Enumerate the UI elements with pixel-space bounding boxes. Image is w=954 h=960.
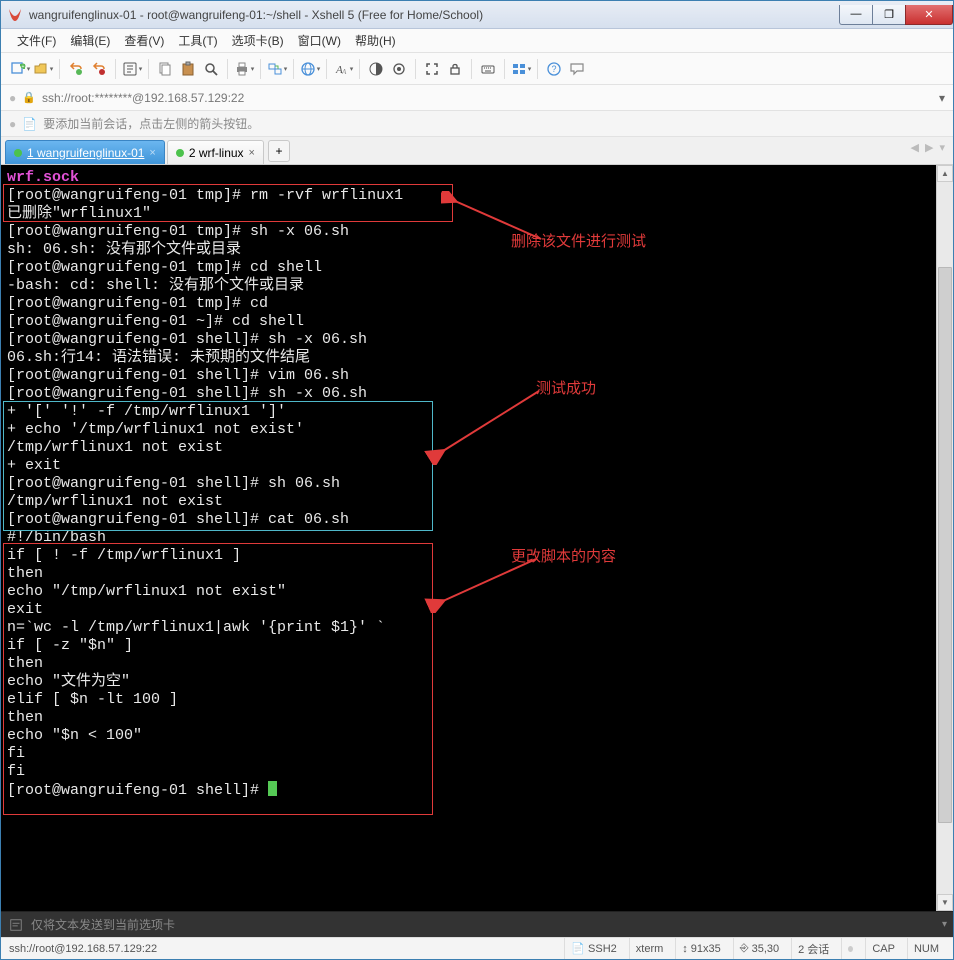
address-dropdown[interactable]: ▾	[939, 91, 945, 105]
copy-button[interactable]	[154, 58, 176, 80]
menu-file[interactable]: 文件(F)	[11, 29, 62, 52]
tab-close-icon[interactable]: ×	[149, 147, 155, 159]
menu-view[interactable]: 查看(V)	[118, 29, 170, 52]
minimize-button[interactable]: —	[839, 5, 873, 25]
input-placeholder[interactable]: 仅将文本发送到当前选项卡	[31, 916, 936, 933]
status-dot-icon	[176, 149, 184, 157]
print-button[interactable]: ▾	[233, 58, 255, 80]
hint-bullet-icon: ●	[9, 117, 16, 131]
bookmark-icon[interactable]: 📄	[22, 117, 37, 131]
reconnect-button[interactable]	[65, 58, 87, 80]
menubar: 文件(F) 编辑(E) 查看(V) 工具(T) 选项卡(B) 窗口(W) 帮助(…	[1, 29, 953, 53]
tab-2[interactable]: 2 wrf-linux ×	[167, 140, 264, 164]
tab-1[interactable]: 1 wangruifenglinux-01 ×	[5, 140, 165, 164]
app-icon	[7, 7, 23, 23]
addr-bullet-icon: ●	[9, 91, 16, 105]
scrollbar[interactable]: ▲ ▼	[936, 165, 953, 911]
app-window: wangruifenglinux-01 - root@wangruifeng-0…	[0, 0, 954, 960]
scrollbar-track[interactable]	[937, 182, 953, 894]
close-button[interactable]: ✕	[905, 5, 953, 25]
status-size: ↕ 91x35	[675, 938, 726, 959]
compose-icon[interactable]	[7, 916, 25, 934]
tab-next-button[interactable]: ▶	[923, 141, 935, 154]
color-scheme-button[interactable]	[365, 58, 387, 80]
svg-text:A: A	[341, 68, 347, 76]
menu-edit[interactable]: 编辑(E)	[64, 29, 116, 52]
inputbar: 仅将文本发送到当前选项卡 ▾	[1, 911, 953, 937]
transfer-button[interactable]: ▾	[266, 58, 288, 80]
svg-text:?: ?	[551, 64, 556, 74]
scroll-up-button[interactable]: ▲	[937, 165, 953, 182]
tab-nav: ◀ ▶ ▾	[909, 141, 947, 154]
address-text[interactable]: ssh://root:********@192.168.57.129:22	[42, 91, 933, 105]
keyboard-button[interactable]	[477, 58, 499, 80]
disconnect-button[interactable]	[88, 58, 110, 80]
tabstrip: 1 wangruifenglinux-01 × 2 wrf-linux × + …	[1, 137, 953, 165]
tab-close-icon[interactable]: ×	[249, 147, 255, 159]
status-num: NUM	[907, 938, 945, 959]
terminal-wrap: wrf.sock [root@wangruifeng-01 tmp]# rm -…	[1, 165, 953, 911]
status-term: xterm	[629, 938, 670, 959]
terminal[interactable]: wrf.sock [root@wangruifeng-01 tmp]# rm -…	[1, 165, 936, 911]
statusbar: ssh://root@192.168.57.129:22 📄 SSH2 xter…	[1, 937, 953, 959]
fullscreen-button[interactable]	[421, 58, 443, 80]
tab-prev-button[interactable]: ◀	[909, 141, 921, 154]
hint-text: 要添加当前会话，点击左侧的箭头按钮。	[43, 115, 259, 132]
status-sess: 2 会话	[791, 938, 835, 959]
input-dropdown[interactable]: ▾	[942, 919, 947, 930]
menu-tabs[interactable]: 选项卡(B)	[226, 29, 290, 52]
lock-icon: 🔒	[22, 91, 36, 104]
tab-label: 1 wangruifenglinux-01	[27, 146, 144, 160]
lock-button[interactable]	[444, 58, 466, 80]
cursor-icon	[268, 781, 277, 796]
scroll-down-button[interactable]: ▼	[937, 894, 953, 911]
find-button[interactable]	[200, 58, 222, 80]
menu-window[interactable]: 窗口(W)	[292, 29, 347, 52]
open-session-button[interactable]: ▾	[32, 58, 54, 80]
menu-tools[interactable]: 工具(T)	[172, 29, 223, 52]
window-buttons: — ❐ ✕	[840, 5, 953, 25]
window-title: wangruifenglinux-01 - root@wangruifeng-0…	[29, 8, 840, 22]
menu-help[interactable]: 帮助(H)	[349, 29, 402, 52]
help-button[interactable]: ?	[543, 58, 565, 80]
status-proto: 📄 SSH2	[564, 938, 622, 959]
status-dot-icon	[14, 149, 22, 157]
paste-button[interactable]	[177, 58, 199, 80]
feedback-button[interactable]	[566, 58, 588, 80]
status-spacer	[841, 938, 859, 959]
maximize-button[interactable]: ❐	[872, 5, 906, 25]
toolbar: +▾ ▾ ▾ ▾ ▾ ▾ AA▾ ▾ ?	[1, 53, 953, 85]
svg-text:+: +	[21, 64, 24, 70]
font-button[interactable]: AA▾	[332, 58, 354, 80]
hintbar: ● 📄 要添加当前会话，点击左侧的箭头按钮。	[1, 111, 953, 137]
globe-button[interactable]: ▾	[299, 58, 321, 80]
new-session-button[interactable]: +▾	[9, 58, 31, 80]
term-line: wrf.sock	[7, 169, 79, 186]
status-addr: ssh://root@192.168.57.129:22	[9, 943, 157, 955]
add-tab-button[interactable]: +	[268, 140, 290, 162]
status-pos: ⎆ 35,30	[733, 938, 785, 959]
titlebar: wangruifenglinux-01 - root@wangruifeng-0…	[1, 1, 953, 29]
highlight-button[interactable]	[388, 58, 410, 80]
scrollbar-thumb[interactable]	[938, 267, 952, 822]
addressbar: ● 🔒 ssh://root:********@192.168.57.129:2…	[1, 85, 953, 111]
properties-button[interactable]: ▾	[121, 58, 143, 80]
status-cap: CAP	[865, 938, 901, 959]
tab-list-button[interactable]: ▾	[937, 141, 947, 154]
layout-button[interactable]: ▾	[510, 58, 532, 80]
tab-label: 2 wrf-linux	[189, 146, 244, 160]
